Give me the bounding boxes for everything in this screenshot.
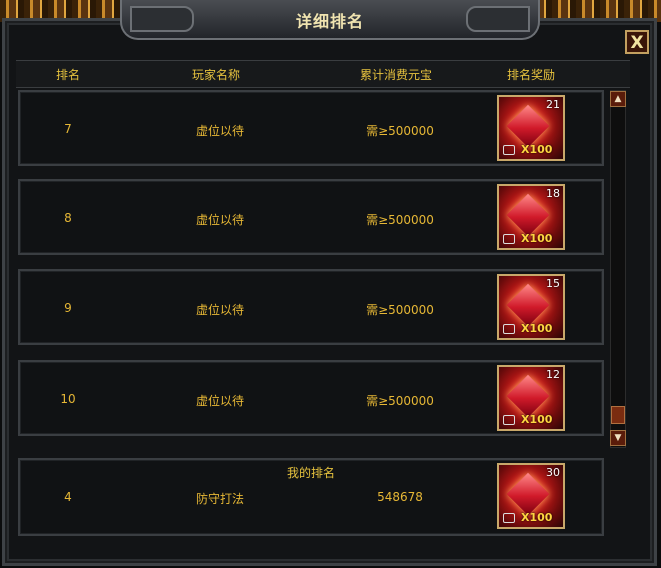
spent-cell: 需≥500000 bbox=[366, 303, 434, 317]
column-header-rank: 排名 bbox=[55, 68, 80, 82]
window-title: 详细排名 bbox=[295, 12, 364, 31]
red-gem-icon bbox=[506, 472, 550, 516]
my-rank-cell: 4 bbox=[64, 490, 72, 504]
scroll-up-button[interactable]: ▲ bbox=[610, 91, 626, 107]
bound-lock-icon bbox=[503, 234, 515, 244]
rank-cell: 7 bbox=[64, 122, 72, 136]
reward-item-icon[interactable]: 15 X100 bbox=[497, 274, 565, 340]
ranking-row: 8 虚位以待 需≥500000 18 X100 bbox=[18, 179, 604, 255]
scrollbar-thumb[interactable] bbox=[611, 406, 625, 424]
bound-lock-icon bbox=[503, 513, 515, 523]
reward-count: 30 bbox=[546, 466, 560, 479]
reward-multiplier: X100 bbox=[521, 413, 553, 426]
bound-lock-icon bbox=[503, 324, 515, 334]
ranking-row: 10 虚位以待 需≥500000 12 X100 bbox=[18, 360, 604, 436]
red-gem-icon bbox=[506, 283, 550, 327]
reward-item-icon[interactable]: 12 X100 bbox=[497, 365, 565, 431]
ranking-row: 7 虚位以待 需≥500000 21 X100 bbox=[18, 90, 604, 166]
player-name-cell: 虚位以待 bbox=[195, 213, 244, 227]
player-name-cell: 虚位以待 bbox=[195, 394, 244, 408]
rank-cell: 9 bbox=[64, 301, 72, 315]
close-button[interactable]: X bbox=[625, 30, 649, 54]
bound-lock-icon bbox=[503, 415, 515, 425]
bound-lock-icon bbox=[503, 145, 515, 155]
spent-cell: 需≥500000 bbox=[366, 394, 434, 408]
reward-count: 15 bbox=[546, 277, 560, 290]
reward-multiplier: X100 bbox=[521, 143, 553, 156]
spent-cell: 需≥500000 bbox=[366, 124, 434, 138]
my-ranking-row: 我的排名 4 防守打法 548678 30 X100 bbox=[18, 458, 604, 536]
reward-item-icon[interactable]: 18 X100 bbox=[497, 184, 565, 250]
column-header-reward: 排名奖励 bbox=[506, 68, 555, 82]
reward-item-icon[interactable]: 21 X100 bbox=[497, 95, 565, 161]
red-gem-icon bbox=[506, 374, 550, 418]
red-gem-icon bbox=[506, 104, 550, 148]
scroll-down-button[interactable]: ▼ bbox=[610, 430, 626, 446]
spent-cell: 需≥500000 bbox=[366, 213, 434, 227]
reward-multiplier: X100 bbox=[521, 511, 553, 524]
player-name-cell: 虚位以待 bbox=[195, 124, 244, 138]
scrollbar-track[interactable] bbox=[610, 90, 626, 448]
reward-count: 12 bbox=[546, 368, 560, 381]
my-name-cell: 防守打法 bbox=[195, 492, 244, 506]
title-plate: 详细排名 bbox=[120, 0, 540, 40]
reward-multiplier: X100 bbox=[521, 232, 553, 245]
player-name-cell: 虚位以待 bbox=[195, 303, 244, 317]
reward-count: 21 bbox=[546, 98, 560, 111]
rank-cell: 10 bbox=[60, 392, 76, 406]
ranking-row: 9 虚位以待 需≥500000 15 X100 bbox=[18, 269, 604, 345]
my-spent-cell: 548678 bbox=[377, 490, 423, 504]
column-header-spent: 累计消费元宝 bbox=[359, 68, 432, 82]
reward-multiplier: X100 bbox=[521, 322, 553, 335]
reward-item-icon[interactable]: 30 X100 bbox=[497, 463, 565, 529]
column-header-player: 玩家名称 bbox=[191, 68, 240, 82]
rank-cell: 8 bbox=[64, 211, 72, 225]
red-gem-icon bbox=[506, 193, 550, 237]
reward-count: 18 bbox=[546, 187, 560, 200]
table-header: 排名 玩家名称 累计消费元宝 排名奖励 bbox=[16, 60, 630, 88]
